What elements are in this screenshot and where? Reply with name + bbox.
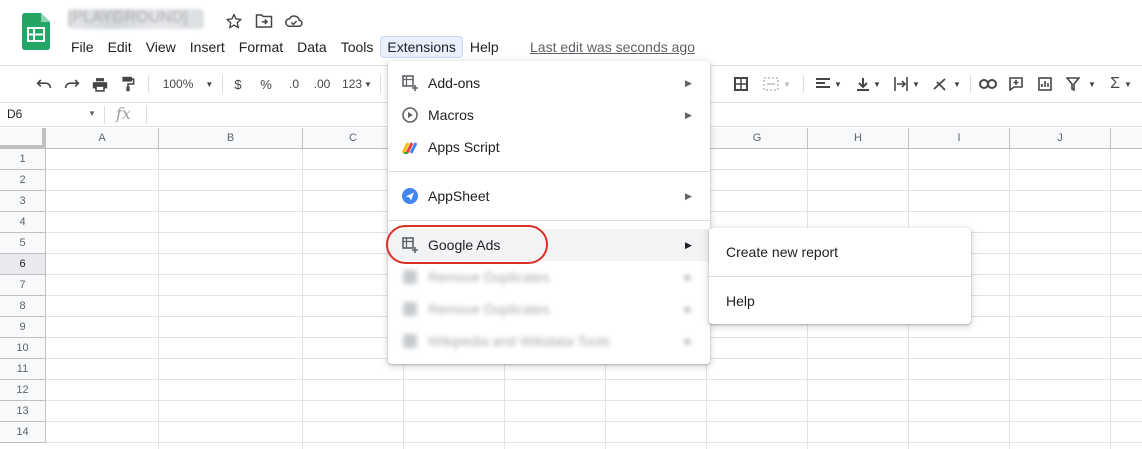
menu-format[interactable]: Format <box>232 36 290 58</box>
insert-chart-icon[interactable] <box>1035 74 1055 94</box>
insert-link-icon[interactable] <box>978 74 998 94</box>
submenu-arrow-icon: ▶ <box>685 109 692 120</box>
print-icon[interactable] <box>90 74 110 94</box>
name-box[interactable]: D6 <box>7 107 22 121</box>
submenu-arrow-icon: ▶ <box>685 239 692 250</box>
menu-tools[interactable]: Tools <box>334 36 381 58</box>
row-header[interactable]: 13 <box>0 401 46 422</box>
menu-item-addon[interactable]: Remove Duplicates ▶ <box>388 261 710 293</box>
menu-file[interactable]: File <box>64 36 101 58</box>
submenu-arrow-icon: ▶ <box>685 335 692 346</box>
functions-icon[interactable]: Σ ▼ <box>1106 74 1136 94</box>
menu-insert[interactable]: Insert <box>183 36 232 58</box>
percent-format-button[interactable]: % <box>258 74 274 94</box>
submenu-arrow-icon: ▶ <box>685 77 692 88</box>
submenu-arrow-icon: ▶ <box>685 271 692 282</box>
menu-item-appsheet[interactable]: AppSheet ▶ <box>388 180 710 212</box>
row-header[interactable]: 1 <box>0 149 46 170</box>
insert-comment-icon[interactable] <box>1006 74 1026 94</box>
row-header[interactable]: 4 <box>0 212 46 233</box>
last-edit-link[interactable]: Last edit was seconds ago <box>530 39 695 55</box>
row-header[interactable]: 2 <box>0 170 46 191</box>
submenu-item-create-new-report[interactable]: Create new report <box>709 236 971 268</box>
row-header[interactable]: 12 <box>0 380 46 401</box>
more-formats-select[interactable]: 123 ▼ <box>339 74 375 94</box>
menu-item-add-ons[interactable]: Add-ons ▶ <box>388 67 710 99</box>
row-header[interactable]: 3 <box>0 191 46 212</box>
submenu-item-help[interactable]: Help <box>709 285 971 317</box>
google-ads-icon <box>401 236 419 254</box>
currency-format-button[interactable]: $ <box>230 74 246 94</box>
column-header[interactable]: H <box>808 128 909 149</box>
menu-item-macros[interactable]: Macros ▶ <box>388 99 710 131</box>
google-sheets-logo-icon[interactable] <box>22 13 50 50</box>
macros-icon <box>401 106 419 124</box>
document-title[interactable]: [PLAYGROUND] <box>68 9 204 29</box>
menu-bar: File Edit View Insert Format Data Tools … <box>64 36 506 58</box>
column-header[interactable] <box>1111 128 1142 149</box>
move-to-folder-icon[interactable] <box>254 11 274 31</box>
increase-decimal-button[interactable]: .00 <box>311 74 333 94</box>
decrease-decimal-button[interactable]: .0 <box>284 74 304 94</box>
row-header[interactable]: 10 <box>0 338 46 359</box>
paint-format-icon[interactable] <box>118 74 138 94</box>
menu-view[interactable]: View <box>139 36 183 58</box>
row-header[interactable]: 11 <box>0 359 46 380</box>
menu-item-addon[interactable]: Remove Duplicates ▶ <box>388 293 710 325</box>
add-ons-icon <box>401 74 419 92</box>
menu-item-apps-script[interactable]: Apps Script <box>388 131 710 163</box>
undo-icon[interactable] <box>34 74 54 94</box>
row-header[interactable]: 9 <box>0 317 46 338</box>
row-header-selected[interactable]: 6 <box>0 254 46 275</box>
submenu-arrow-icon: ▶ <box>685 303 692 314</box>
addon-icon <box>401 332 419 350</box>
google-ads-submenu: Create new report Help <box>709 228 971 324</box>
chevron-down-icon[interactable]: ▼ <box>88 109 96 118</box>
row-header[interactable]: 8 <box>0 296 46 317</box>
column-header[interactable]: A <box>46 128 159 149</box>
menu-item-google-ads[interactable]: Google Ads ▶ <box>388 229 710 261</box>
column-header[interactable]: I <box>909 128 1010 149</box>
star-icon[interactable] <box>224 11 244 31</box>
extensions-menu: Add-ons ▶ Macros ▶ Apps Script AppSheet … <box>388 61 710 364</box>
more-formats-label: 123 <box>342 77 363 91</box>
zoom-value: 100% <box>162 77 194 91</box>
horizontal-align-icon[interactable]: ▼ <box>812 74 846 94</box>
row-header[interactable]: 5 <box>0 233 46 254</box>
menu-extensions[interactable]: Extensions <box>380 36 463 58</box>
chevron-down-icon: ▼ <box>364 79 372 89</box>
row-header[interactable]: 7 <box>0 275 46 296</box>
menu-item-addon[interactable]: Wikipedia and Wikidata Tools ▶ <box>388 325 710 357</box>
select-all-corner[interactable] <box>0 128 46 149</box>
borders-icon[interactable] <box>731 74 751 94</box>
submenu-arrow-icon: ▶ <box>685 190 692 201</box>
zoom-select[interactable]: 100% ▼ <box>158 74 218 94</box>
redo-icon[interactable] <box>62 74 82 94</box>
appsheet-icon <box>401 187 419 205</box>
chevron-down-icon: ▼ <box>205 79 214 89</box>
cloud-saved-icon[interactable] <box>284 11 304 31</box>
column-header[interactable]: J <box>1010 128 1111 149</box>
text-wrapping-icon[interactable]: ▼ <box>891 74 923 94</box>
text-rotation-icon[interactable]: ▼ <box>930 74 964 94</box>
fx-icon: fx <box>116 104 131 123</box>
column-header[interactable]: G <box>707 128 808 149</box>
column-header[interactable]: B <box>159 128 303 149</box>
menu-help[interactable]: Help <box>463 36 506 58</box>
addon-icon <box>401 300 419 318</box>
apps-script-icon <box>401 138 419 156</box>
filter-icon[interactable]: ▼ <box>1064 74 1098 94</box>
vertical-align-icon[interactable]: ▼ <box>853 74 885 94</box>
addon-icon <box>401 268 419 286</box>
menu-edit[interactable]: Edit <box>101 36 139 58</box>
row-header[interactable]: 14 <box>0 422 46 443</box>
merge-cells-icon[interactable]: ▼ <box>760 74 794 94</box>
menu-data[interactable]: Data <box>290 36 334 58</box>
